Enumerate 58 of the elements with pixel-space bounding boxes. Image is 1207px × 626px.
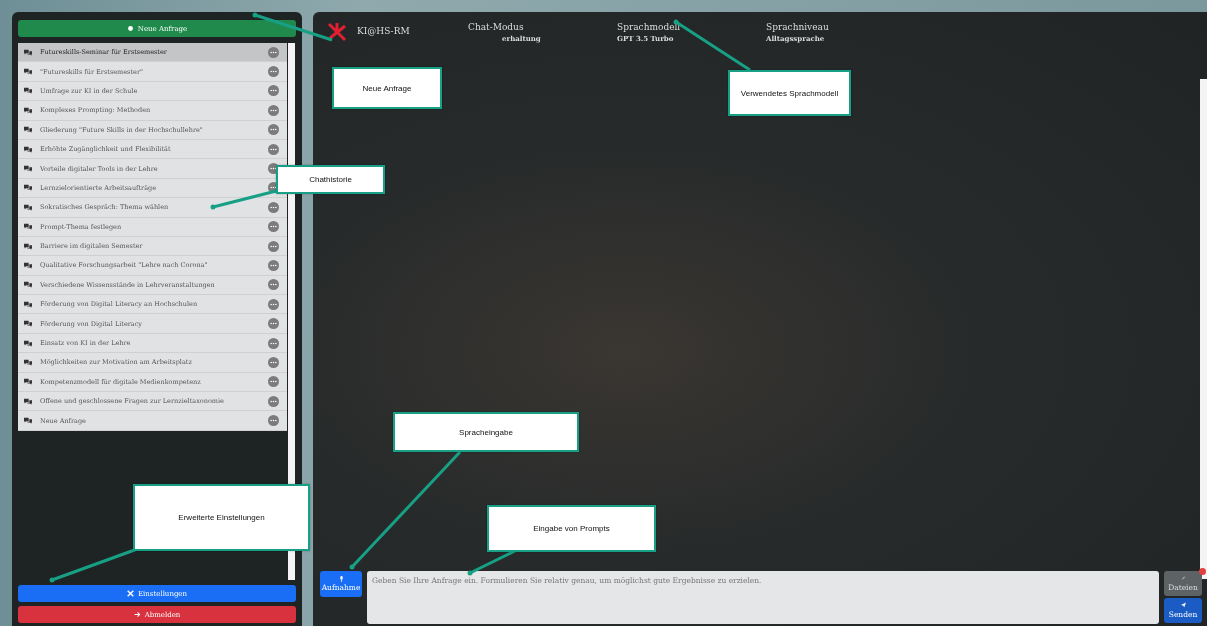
chat-bubbles-icon [24, 281, 32, 289]
annotation-tooltip: Erweiterte Einstellungen [133, 484, 310, 551]
more-options-icon[interactable] [268, 318, 279, 330]
chat-bubbles-icon [24, 126, 32, 134]
annotation-tooltip: Spracheingabe [393, 412, 579, 452]
annotation-tooltip: Eingabe von Prompts [487, 505, 656, 552]
setting-label: Sprachniveau [766, 22, 830, 32]
chat-bubbles-icon [24, 184, 32, 192]
more-options-icon[interactable] [268, 415, 279, 427]
setting-label: Sprachmodell [617, 22, 682, 32]
chat-bubbles-icon [24, 87, 32, 95]
chat-bubbles-icon [24, 68, 32, 76]
more-options-icon[interactable] [268, 279, 279, 291]
chat-bubbles-icon [24, 378, 32, 386]
chat-bubbles-icon [24, 106, 32, 114]
brand-name: KI@HS-RM [357, 26, 411, 36]
chat-bubbles-icon [24, 339, 32, 347]
chat-bubble-icon [126, 25, 134, 32]
more-options-icon[interactable] [268, 143, 279, 155]
logo-icon [327, 22, 347, 42]
tools-icon [127, 590, 134, 597]
setting-label: Chat-Modus [468, 22, 525, 32]
chat-bubbles-icon [24, 165, 32, 173]
more-options-icon[interactable] [268, 85, 279, 97]
more-options-icon[interactable] [268, 221, 279, 233]
chat-bubbles-icon [24, 242, 32, 250]
more-options-icon[interactable] [268, 104, 279, 116]
logout-icon [133, 611, 141, 618]
paperclip-icon [1180, 575, 1186, 581]
more-options-icon[interactable] [268, 395, 279, 407]
chat-bubbles-icon [24, 203, 32, 211]
more-options-icon[interactable] [268, 298, 279, 310]
annotation-tooltip: Verwendetes Sprachmodell [728, 70, 851, 116]
more-options-icon[interactable] [268, 376, 279, 388]
send-icon [1180, 602, 1186, 608]
more-options-icon[interactable] [268, 337, 279, 349]
chat-bubbles-icon [24, 262, 32, 269]
chat-bubbles-icon [24, 145, 32, 153]
more-options-icon[interactable] [268, 66, 279, 78]
more-options-icon[interactable] [268, 240, 279, 252]
chat-bubbles-icon [24, 48, 32, 56]
more-options-icon[interactable] [268, 260, 279, 271]
chat-bubbles-icon [24, 320, 32, 328]
leader-line [467, 549, 516, 576]
chat-bubbles-icon [24, 417, 32, 425]
chat-bubbles-icon [24, 300, 32, 308]
chat-bubbles-icon [24, 397, 32, 405]
notification-badge [1199, 568, 1206, 575]
annotation-tooltip: Chathistorie [276, 165, 385, 194]
more-options-icon[interactable] [268, 124, 279, 136]
scrollbar[interactable] [1200, 79, 1207, 579]
microphone-icon [338, 576, 344, 582]
chat-bubbles-icon [24, 358, 32, 366]
more-options-icon[interactable] [268, 46, 279, 58]
chat-bubbles-icon [24, 223, 32, 231]
annotation-tooltip: Neue Anfrage [332, 67, 442, 109]
more-options-icon[interactable] [268, 201, 279, 213]
more-options-icon[interactable] [268, 356, 279, 368]
